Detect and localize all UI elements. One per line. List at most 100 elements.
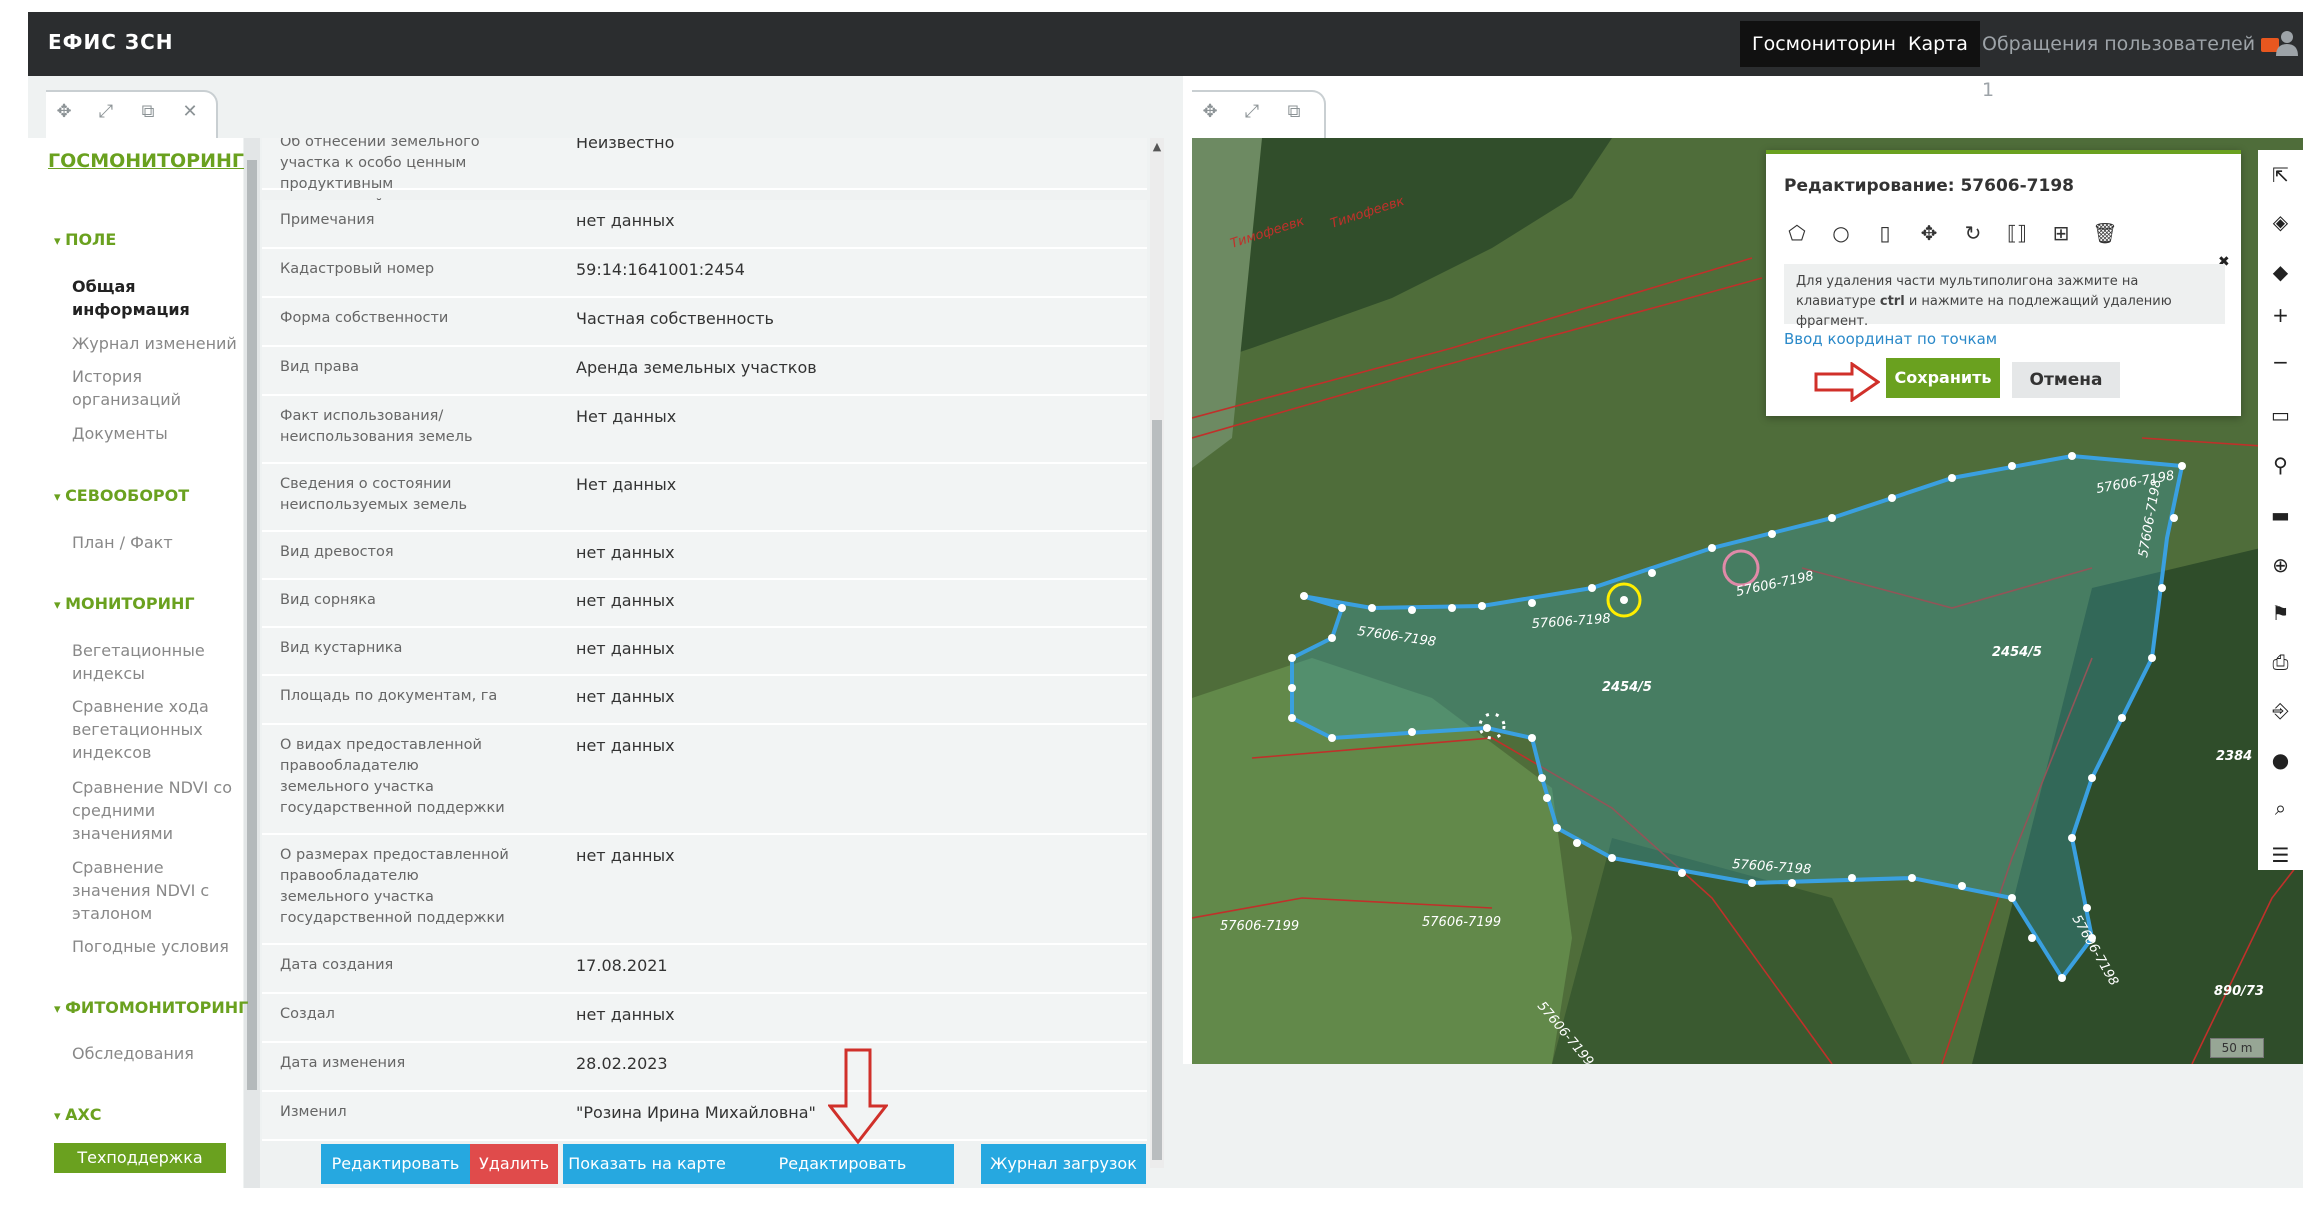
zoom-in-icon[interactable]: + <box>2258 295 2303 335</box>
selected-vertex[interactable] <box>1620 596 1628 604</box>
trash-icon[interactable]: 🗑 <box>2092 220 2118 246</box>
parcel-number-label: 2384 <box>2216 749 2252 764</box>
grid-icon[interactable]: ⊞ <box>2048 220 2074 246</box>
external-link-icon[interactable]: ⧉ <box>1284 102 1304 122</box>
sidebar-item-weather[interactable]: Погодные условия <box>72 935 242 958</box>
table-row: Вид древостоя нет данных <box>262 532 1147 580</box>
parcel-number-label: 890/73 <box>2214 984 2264 999</box>
list-icon[interactable]: ☰ <box>2258 835 2303 875</box>
table-row: О видах предоставленной правообладателю … <box>262 725 1147 835</box>
scroll-up-icon[interactable]: ▲ <box>1150 140 1164 156</box>
nav-user-requests-label: Обращения пользователей <box>1982 33 2256 55</box>
map-footer-area <box>1183 1064 2303 1188</box>
support-button[interactable]: Техподдержка <box>54 1143 226 1173</box>
circle-icon[interactable]: ○ <box>1828 220 1854 246</box>
table-row: Вид сорняка нет данных <box>262 580 1147 628</box>
edit-geometry-button[interactable]: Редактировать геометрию <box>731 1144 954 1213</box>
sidebar-section-monitoring[interactable]: МОНИТОРИНГ <box>54 594 195 613</box>
top-bar: ЕФИС ЗСН Госмониторинг Карта Обращения п… <box>28 12 2303 101</box>
map-panel-toolbar: ✥ ⤢ ⧉ <box>1192 90 1326 138</box>
nav-user-requests[interactable]: Обращения пользователей 1 <box>1970 21 2303 101</box>
move-icon[interactable]: ✥ <box>1200 102 1220 122</box>
hint-key: ctrl <box>1879 294 1905 309</box>
layers-icon[interactable]: ◈ <box>2258 202 2303 242</box>
area-label: 2454/5 <box>1992 645 2042 660</box>
location-icon[interactable]: ● <box>2258 740 2303 780</box>
neighbor-label: 57606-7199 <box>1422 915 1501 930</box>
arrow-down-annotation <box>828 1048 888 1144</box>
table-row: Об отнесении земельного участка к особо … <box>262 138 1147 234</box>
export-icon[interactable]: ⎆ <box>2258 690 2303 730</box>
route-icon[interactable]: ⚑ <box>2258 593 2303 633</box>
sidebar-item-change-log[interactable]: Журнал изменений <box>72 332 242 355</box>
move-icon[interactable]: ✥ <box>1916 220 1942 246</box>
sidebar-item-ndvi-ref[interactable]: Сравнение значения NDVI с эталоном <box>72 856 212 925</box>
sidebar-item-veg-compare[interactable]: Сравнение хода вегетационных индексов <box>72 695 212 764</box>
table-row: О размерах предоставленной правообладате… <box>262 835 1147 945</box>
popup-title: Редактирование: 57606-7198 <box>1784 176 2074 196</box>
sidebar-item-org-history[interactable]: История организаций <box>72 365 202 411</box>
sidebar-scroll-thumb[interactable] <box>247 160 257 1090</box>
sidebar-section-ahs[interactable]: АХС <box>54 1105 101 1124</box>
upload-log-button[interactable]: Журнал загрузок <box>981 1144 1146 1184</box>
edit-button[interactable]: Редактировать <box>321 1144 470 1184</box>
sidebar-section-phyto[interactable]: ФИТОМОНИТОРИНГ <box>54 998 248 1017</box>
move-icon[interactable]: ✥ <box>54 102 74 122</box>
layers-filled-icon[interactable]: ◆ <box>2258 252 2303 292</box>
map-toolbar: ⇱ ◈ ◆ + − ▭ ⚲ ▬ ⊕ ⚑ ⎙ ⎆ ● ⌕ ☰ <box>2258 150 2303 870</box>
neighbor-label: 57606-7199 <box>1220 919 1299 934</box>
user-icon[interactable] <box>2276 30 2298 56</box>
sidebar-item-plan-fact[interactable]: План / Факт <box>72 531 242 554</box>
distance-icon[interactable]: ▬ <box>2258 495 2303 535</box>
sidebar-item-veg-indices[interactable]: Вегетационные индексы <box>72 639 212 685</box>
table-row: Примечания нет данных <box>262 200 1147 249</box>
area-label: 2454/5 <box>1602 680 1652 695</box>
cancel-button[interactable]: Отмена <box>2012 362 2120 398</box>
sidebar-section-field[interactable]: ПОЛЕ <box>54 230 116 249</box>
print-icon[interactable]: ⎙ <box>2258 642 2303 682</box>
split-icon[interactable]: ⟦⟧ <box>2004 220 2030 246</box>
table-row: Форма собственности Частная собственность <box>262 298 1147 347</box>
select-cursor-icon[interactable]: ⇱ <box>2258 155 2303 195</box>
sidebar-item-general-info[interactable]: Общая информация <box>72 275 242 321</box>
ruler-icon[interactable]: ▭ <box>2258 395 2303 435</box>
pin-icon[interactable]: ⚲ <box>2258 445 2303 485</box>
zoom-area-icon[interactable]: ⊕ <box>2258 545 2303 585</box>
search-icon[interactable]: ⌕ <box>2258 788 2303 828</box>
top-strip <box>0 0 2303 12</box>
arrow-right-annotation <box>1814 362 1880 402</box>
sidebar-item-ndvi-avg[interactable]: Сравнение NDVI со средними значениями <box>72 776 232 845</box>
table-row: Сведения о состоянии неиспользуемых земе… <box>262 464 1147 532</box>
table-row: Создал нет данных <box>262 994 1147 1043</box>
nav-gosmonitoring[interactable]: Госмониторинг <box>1740 21 1918 67</box>
table-row: Изменил "Розина Ирина Михайловна" <box>262 1092 1147 1141</box>
table-row: Факт использования/ неиспользования земе… <box>262 396 1147 464</box>
nav-map[interactable]: Карта <box>1896 21 1980 67</box>
external-link-icon[interactable]: ⧉ <box>138 102 158 122</box>
expand-icon[interactable]: ⤢ <box>1242 102 1262 122</box>
delete-button[interactable]: Удалить <box>470 1144 558 1184</box>
popup-hint: Для удаления части мультиполигона зажмит… <box>1784 264 2225 329</box>
table-scroll-thumb[interactable] <box>1152 420 1162 1160</box>
table-row: Площадь по документам, га нет данных <box>262 676 1147 725</box>
table-row: Вид права Аренда земельных участков <box>262 347 1147 396</box>
sidebar-item-surveys[interactable]: Обследования <box>72 1042 242 1065</box>
scale-bar: 50 m <box>2210 1038 2264 1058</box>
requests-count: 1 <box>1982 79 1995 101</box>
zoom-out-icon[interactable]: − <box>2258 342 2303 382</box>
coords-input-link[interactable]: Ввод координат по точкам <box>1784 330 1997 348</box>
sidebar-item-documents[interactable]: Документы <box>72 422 242 445</box>
sidebar-title[interactable]: ГОСМОНИТОРИНГ <box>48 150 244 172</box>
show-on-map-button[interactable]: Показать на карте <box>563 1144 731 1184</box>
attributes-table: Об отнесении земельного участка к особо … <box>262 138 1147 1168</box>
table-row: Дата создания 17.08.2021 <box>262 945 1147 994</box>
left-panel-toolbar: ✥ ⤢ ⧉ ✕ <box>46 90 218 138</box>
close-icon[interactable]: ✕ <box>180 102 200 122</box>
rotate-icon[interactable]: ↻ <box>1960 220 1986 246</box>
save-button[interactable]: Сохранить <box>1886 358 2000 398</box>
table-row: Дата изменения 28.02.2023 <box>262 1043 1147 1092</box>
rectangle-icon[interactable]: ▯ <box>1872 220 1898 246</box>
polygon-icon[interactable]: ⬠ <box>1784 220 1810 246</box>
sidebar-section-crop-rotation[interactable]: СЕВООБОРОТ <box>54 486 189 505</box>
expand-icon[interactable]: ⤢ <box>96 102 116 122</box>
